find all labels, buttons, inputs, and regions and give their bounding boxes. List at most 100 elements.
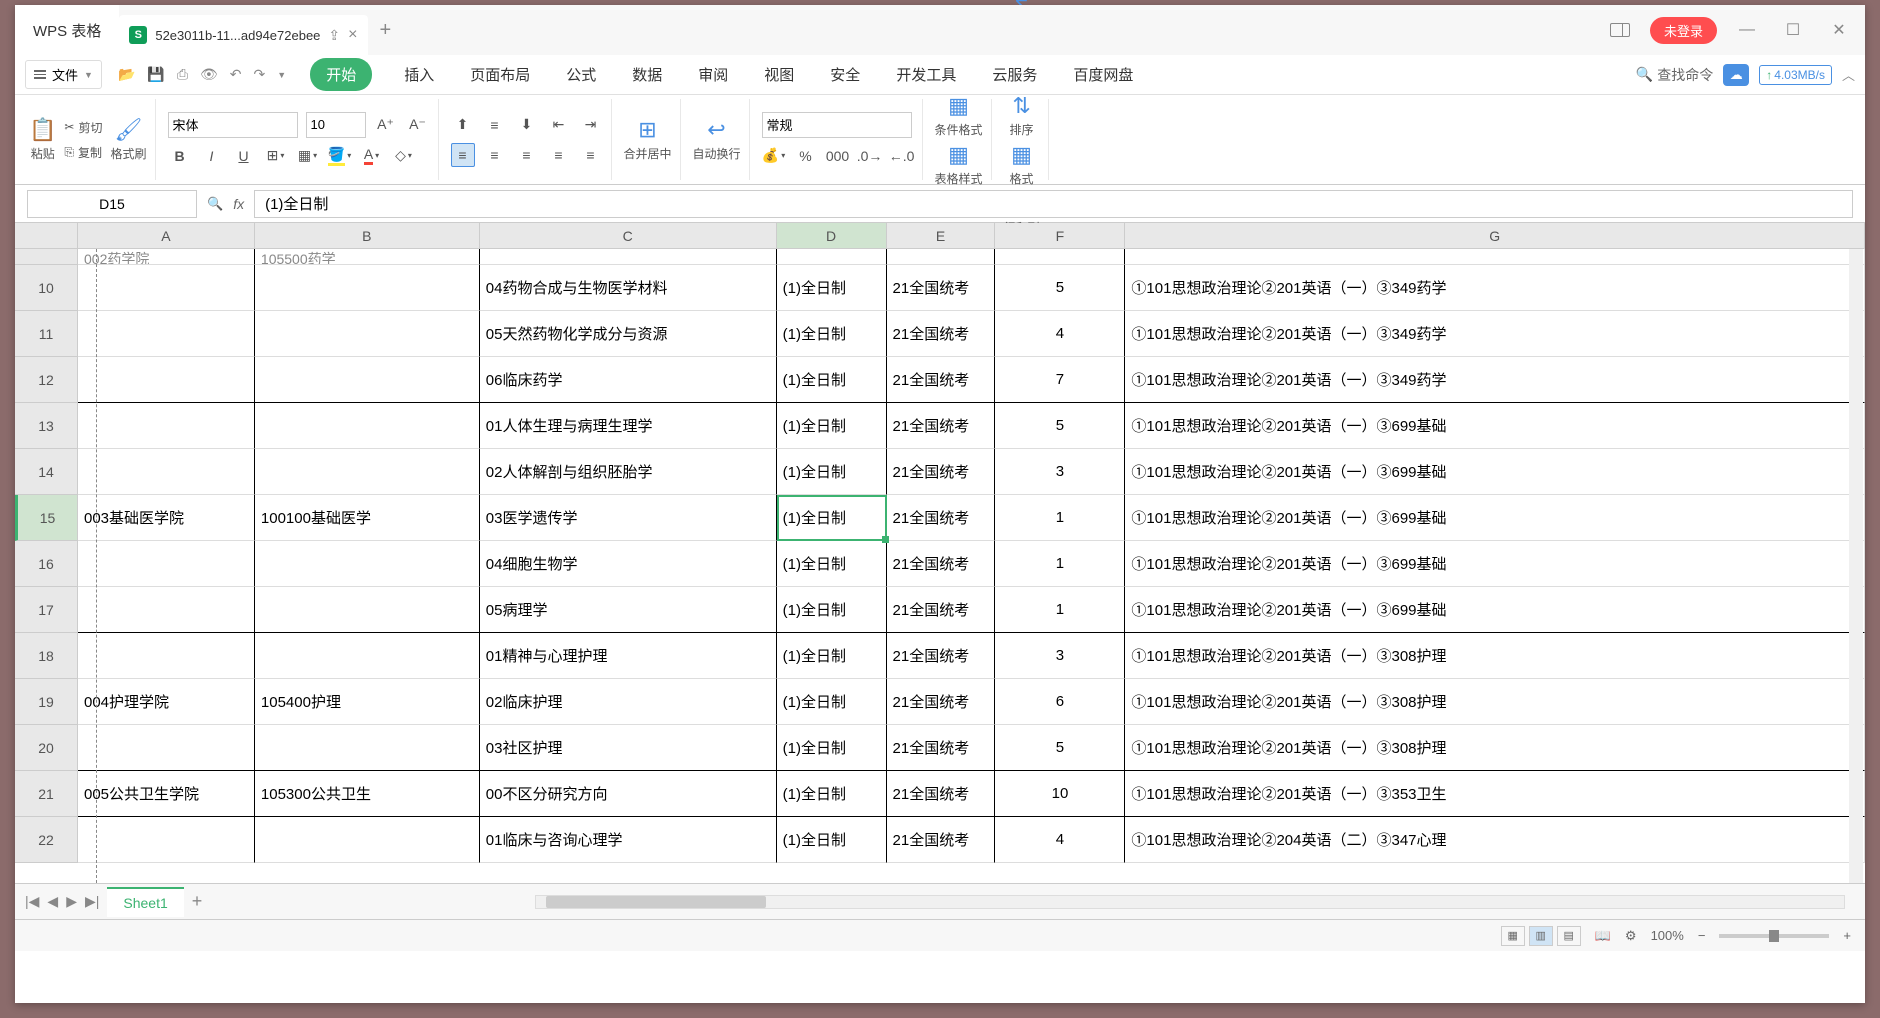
cell-C15[interactable]: 03医学遗传学 bbox=[480, 495, 777, 541]
cut-button[interactable]: ✂ 剪切 bbox=[64, 119, 102, 136]
row-header-18[interactable]: 18 bbox=[15, 633, 78, 679]
row-headers[interactable]: 10111213141516171819202122 bbox=[15, 249, 78, 863]
format-painter-button[interactable]: 🖌格式刷 bbox=[110, 117, 146, 162]
cell-C9[interactable] bbox=[480, 249, 777, 265]
cell-E19[interactable]: 21全国统考 bbox=[887, 679, 996, 725]
cell-C14[interactable]: 02人体解剖与组织胚胎学 bbox=[480, 449, 777, 495]
cell-D10[interactable]: (1)全日制 bbox=[777, 265, 887, 311]
cell-G12[interactable]: ①101思想政治理论②201英语（一）③349药学 bbox=[1125, 357, 1865, 403]
sheet-tab-sheet1[interactable]: Sheet1 bbox=[107, 887, 183, 917]
scrollbar-thumb[interactable] bbox=[546, 896, 766, 908]
cell-C19[interactable]: 02临床护理 bbox=[480, 679, 777, 725]
cell-B13[interactable] bbox=[255, 403, 480, 449]
name-box[interactable] bbox=[27, 190, 197, 218]
row-header-17[interactable]: 17 bbox=[15, 587, 78, 633]
align-left-icon[interactable]: ≡ bbox=[451, 143, 475, 167]
align-bottom-icon[interactable]: ⬇ bbox=[515, 113, 539, 137]
settings-icon[interactable]: ⚙ bbox=[1625, 928, 1637, 944]
cell-B10[interactable] bbox=[255, 265, 480, 311]
tab-review[interactable]: 审阅 bbox=[694, 58, 732, 91]
cell-G17[interactable]: ①101思想政治理论②201英语（一）③699基础 bbox=[1125, 587, 1865, 633]
font-size-select[interactable] bbox=[306, 112, 366, 138]
sheet-nav-last-icon[interactable]: ▶| bbox=[85, 893, 99, 910]
decrease-font-icon[interactable]: A⁻ bbox=[406, 113, 430, 137]
login-button[interactable]: 未登录 bbox=[1650, 17, 1717, 44]
print-icon[interactable]: ⎙ bbox=[177, 66, 188, 83]
cell-A18[interactable] bbox=[78, 633, 255, 679]
indent-increase-icon[interactable]: ⇥ bbox=[579, 113, 603, 137]
print-preview-icon[interactable]: 👁 bbox=[200, 66, 218, 83]
cell-B21[interactable]: 105300公共卫生 bbox=[255, 771, 480, 817]
tab-insert[interactable]: 插入 bbox=[400, 58, 438, 91]
cell-D17[interactable]: (1)全日制 bbox=[777, 587, 887, 633]
sheet-nav-next-icon[interactable]: ▶ bbox=[66, 893, 77, 910]
cell-A20[interactable] bbox=[78, 725, 255, 771]
cell-F14[interactable]: 3 bbox=[995, 449, 1125, 495]
italic-button[interactable]: I bbox=[200, 144, 224, 168]
cell-F16[interactable]: 1 bbox=[995, 541, 1125, 587]
doc-tab-active[interactable]: S 52e3011b-11...ad94e72ebee ⇪ × bbox=[119, 15, 367, 55]
tab-developer[interactable]: 开发工具 bbox=[892, 58, 960, 91]
align-center-icon[interactable]: ≡ bbox=[483, 143, 507, 167]
cell-D22[interactable]: (1)全日制 bbox=[777, 817, 887, 863]
cell-E10[interactable]: 21全国统考 bbox=[887, 265, 996, 311]
cell-D13[interactable]: (1)全日制 bbox=[777, 403, 887, 449]
tab-page-layout[interactable]: 页面布局 bbox=[466, 58, 534, 91]
cell-A15[interactable]: 003基础医学院 bbox=[78, 495, 255, 541]
font-color-button[interactable]: A▾ bbox=[360, 144, 384, 168]
layout-icon[interactable] bbox=[1604, 14, 1636, 46]
share-icon[interactable]: ⇪ bbox=[328, 27, 340, 44]
cell-G18[interactable]: ①101思想政治理论②201英语（一）③308护理 bbox=[1125, 633, 1865, 679]
col-header-A[interactable]: A bbox=[78, 223, 255, 249]
cell-E22[interactable]: 21全国统考 bbox=[887, 817, 996, 863]
sheet-nav-first-icon[interactable]: |◀ bbox=[25, 893, 39, 910]
column-headers[interactable]: ABCDEFG bbox=[78, 223, 1865, 249]
col-header-D[interactable]: D bbox=[777, 223, 887, 249]
row-header-21[interactable]: 21 bbox=[15, 771, 78, 817]
cell-F18[interactable]: 3 bbox=[995, 633, 1125, 679]
zoom-out-icon[interactable]: − bbox=[1698, 928, 1706, 943]
comma-icon[interactable]: 000 bbox=[826, 144, 850, 168]
bold-button[interactable]: B bbox=[168, 144, 192, 168]
cell-B18[interactable] bbox=[255, 633, 480, 679]
cell-B17[interactable] bbox=[255, 587, 480, 633]
row-header-11[interactable]: 11 bbox=[15, 311, 78, 357]
table-style-button[interactable]: ▦表格样式 bbox=[935, 142, 983, 187]
cell-F10[interactable]: 5 bbox=[995, 265, 1125, 311]
cell-B11[interactable] bbox=[255, 311, 480, 357]
zoom-slider[interactable] bbox=[1719, 934, 1829, 938]
cell-G22[interactable]: ①101思想政治理论②204英语（二）③347心理 bbox=[1125, 817, 1865, 863]
cell-B12[interactable] bbox=[255, 357, 480, 403]
cell-B22[interactable] bbox=[255, 817, 480, 863]
zoom-in-icon[interactable]: + bbox=[1843, 928, 1851, 943]
cell-E14[interactable]: 21全国统考 bbox=[887, 449, 996, 495]
reading-mode-icon[interactable]: 📖 bbox=[1595, 928, 1611, 944]
row-header-20[interactable]: 20 bbox=[15, 725, 78, 771]
cell-E15[interactable]: 21全国统考 bbox=[887, 495, 996, 541]
spreadsheet-grid[interactable]: ABCDEFG 10111213141516171819202122 002药学… bbox=[15, 223, 1865, 883]
cell-A11[interactable] bbox=[78, 311, 255, 357]
cell-D19[interactable]: (1)全日制 bbox=[777, 679, 887, 725]
collapse-ribbon-icon[interactable]: ︿ bbox=[1842, 65, 1855, 84]
cell-C20[interactable]: 03社区护理 bbox=[480, 725, 777, 771]
cell-D15[interactable]: (1)全日制 bbox=[777, 495, 887, 541]
number-format-select[interactable] bbox=[762, 112, 912, 138]
cell-E20[interactable]: 21全国统考 bbox=[887, 725, 996, 771]
cell-F15[interactable]: 1 bbox=[995, 495, 1125, 541]
view-normal-icon[interactable]: ▦ bbox=[1501, 926, 1525, 946]
cell-D21[interactable]: (1)全日制 bbox=[777, 771, 887, 817]
wrap-text-button[interactable]: ↩自动换行 bbox=[693, 117, 741, 162]
cell-G15[interactable]: ①101思想政治理论②201英语（一）③699基础 bbox=[1125, 495, 1865, 541]
underline-button[interactable]: U bbox=[232, 144, 256, 168]
col-header-G[interactable]: G bbox=[1125, 223, 1865, 249]
cell-E9[interactable] bbox=[887, 249, 996, 265]
indent-decrease-icon[interactable]: ⇤ bbox=[547, 113, 571, 137]
sort-button[interactable]: ⇅排序 bbox=[1010, 93, 1034, 138]
open-icon[interactable]: 📂 bbox=[118, 66, 135, 83]
cell-G13[interactable]: ①101思想政治理论②201英语（一）③699基础 bbox=[1125, 403, 1865, 449]
view-page-icon[interactable]: ▥ bbox=[1529, 926, 1553, 946]
cell-E18[interactable]: 21全国统考 bbox=[887, 633, 996, 679]
cell-F20[interactable]: 5 bbox=[995, 725, 1125, 771]
justify-icon[interactable]: ≡ bbox=[547, 143, 571, 167]
vertical-scrollbar[interactable] bbox=[1849, 249, 1863, 883]
